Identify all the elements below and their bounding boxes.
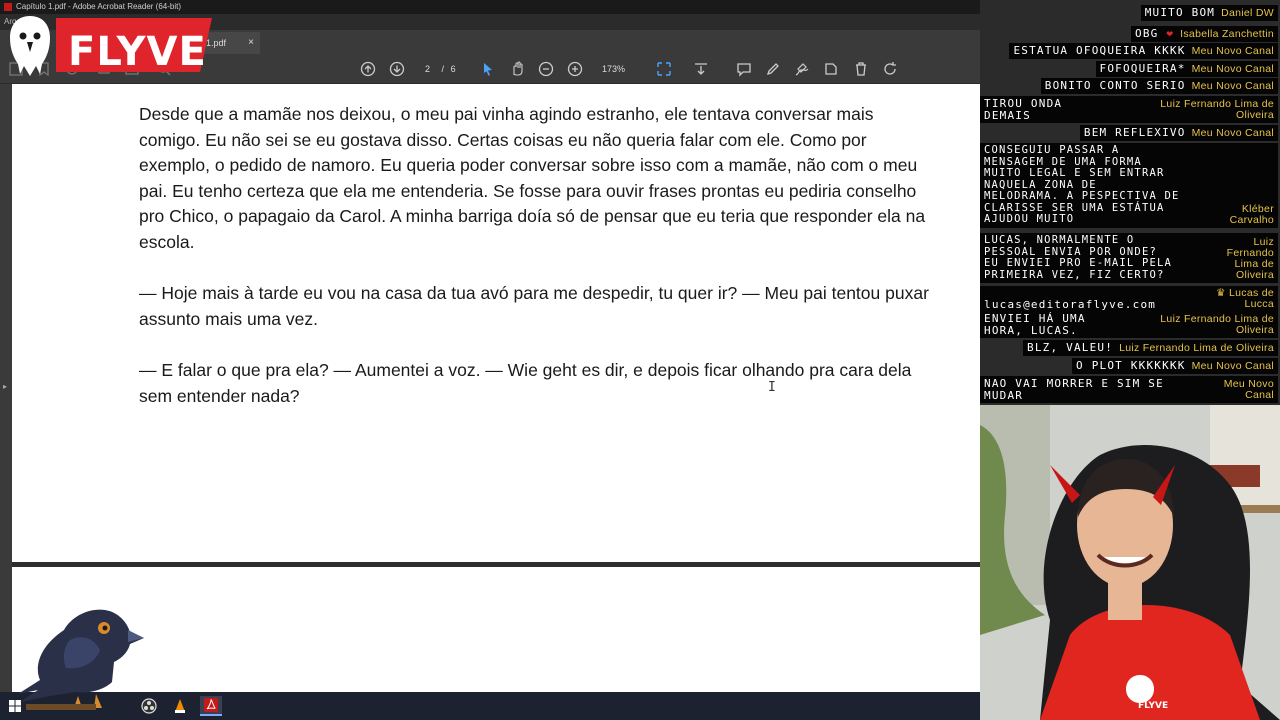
rotate-icon[interactable] <box>882 61 898 77</box>
chat-username: Isabella Zanchettin <box>1180 27 1274 40</box>
total-pages: 6 <box>450 64 456 74</box>
chat-username: Meu Novo Canal <box>1223 378 1274 401</box>
highlight-pen-icon[interactable] <box>765 61 781 77</box>
chat-username: Meu Novo Canal <box>1191 62 1274 75</box>
chat-username: Meu Novo Canal <box>1191 44 1274 57</box>
chat-message: O PLOT KKKKKKK Meu Novo Canal <box>1072 358 1278 374</box>
paragraph-2: — Hoje mais à tarde eu vou na casa da tu… <box>139 283 929 329</box>
close-tab-icon[interactable]: × <box>248 32 254 54</box>
scroll-mode-icon[interactable] <box>693 61 709 77</box>
draw-icon[interactable] <box>794 61 810 77</box>
pdf-page: Desde que a mamãe nos deixou, o meu pai … <box>12 84 980 562</box>
chat-message-text: FOFOQUEIRA* <box>1099 62 1186 75</box>
chat-message: BEM REFLEXIVO Meu Novo Canal <box>1079 125 1278 141</box>
window-title: Capítulo 1.pdf - Adobe Acrobat Reader (6… <box>16 2 181 11</box>
fill-sign-icon[interactable] <box>823 61 839 77</box>
chat-message: Lucas, normalmente o pessoal envia por o… <box>980 233 1278 283</box>
chat-username: Luiz Fernando Lima de Oliveira <box>1119 341 1274 354</box>
chat-message-text: Lucas, normalmente o pessoal envia por o… <box>984 234 1173 281</box>
chat-message-text: Blz, valeu! <box>1027 341 1114 354</box>
windows-taskbar <box>0 692 980 720</box>
chat-message-text: Conseguiu passar a mensagem de uma forma… <box>984 144 1180 225</box>
text-cursor-icon: I <box>768 380 776 395</box>
zoom-in-icon[interactable] <box>567 61 583 77</box>
shirt-logo-text: FLYVE <box>1138 701 1169 711</box>
chat-message-text: TIROU ONDA DEMAIS <box>984 97 1063 122</box>
delete-icon[interactable] <box>853 61 869 77</box>
fit-page-icon[interactable] <box>656 61 672 77</box>
zoom-dropdown[interactable]: 173% ▾ <box>596 61 642 90</box>
window-title-bar: Capítulo 1.pdf - Adobe Acrobat Reader (6… <box>0 0 980 14</box>
document-viewer[interactable]: ▸ Desde que a mamãe nos deixou, o meu pa… <box>0 84 980 692</box>
chat-username: Luiz Fernando Lima de Oliveira <box>1160 313 1274 336</box>
chat-message: Conseguiu passar a mensagem de uma forma… <box>980 143 1278 228</box>
chat-username: Daniel DW <box>1221 6 1274 19</box>
crown-icon: ♛ <box>1216 287 1229 299</box>
select-cursor-icon[interactable] <box>480 61 496 77</box>
paragraph-1: Desde que a mamãe nos deixou, o meu pai … <box>139 104 926 252</box>
chat-message: OBG ❤ Isabella Zanchettin <box>1131 26 1278 42</box>
chat-message: lucas@editoraflyve.com ♛ Lucas de Lucca <box>980 286 1278 312</box>
chat-message-text: ESTATUA OFOQUEIRA KKKK <box>1013 44 1186 57</box>
chat-username: ♛ Lucas de Lucca <box>1216 287 1274 310</box>
acrobat-taskbar-icon[interactable] <box>200 696 222 716</box>
chat-message-text: lucas@editoraflyve.com <box>984 297 1157 311</box>
live-chat-panel: MUITO BOM Daniel DW OBG ❤ Isabella Zanch… <box>980 0 1280 405</box>
zoom-out-icon[interactable] <box>538 61 554 77</box>
page-separator: / <box>441 64 445 74</box>
acrobat-icon <box>4 3 12 11</box>
hand-tool-icon[interactable] <box>509 61 525 77</box>
chat-username: Kléber Carvalho <box>1229 202 1274 226</box>
chat-message-text: Enviei há uma hora, Lucas. <box>984 312 1086 337</box>
pdf-page-next <box>12 567 980 692</box>
chat-username: Meu Novo Canal <box>1191 79 1274 92</box>
chat-username: Meu Novo Canal <box>1191 359 1274 372</box>
chat-message: Blz, valeu! Luiz Fernando Lima de Olivei… <box>1023 340 1278 356</box>
heart-icon: ❤ <box>1166 27 1175 40</box>
zoom-value: 173% <box>602 64 626 74</box>
chat-username: Luiz Fernando Lima de Oliveira <box>1226 236 1274 281</box>
chat-message: FOFOQUEIRA* Meu Novo Canal <box>1095 61 1278 77</box>
chat-message-text: O PLOT KKKKKKK <box>1076 359 1186 372</box>
chat-message: MUITO BOM Daniel DW <box>1140 5 1278 21</box>
chat-message-text: MUITO BOM <box>1144 6 1216 19</box>
chat-message: NAO VAI MORRER E SIM SE MUDAR Meu Novo C… <box>980 376 1278 403</box>
webcam-feed: FLYVE <box>980 405 1280 720</box>
chat-message-text: BEM REFLEXIVO <box>1083 126 1186 139</box>
flyve-logo: FLYVE <box>0 14 212 76</box>
chat-message-text: BONITO CONTO SERIO <box>1044 79 1186 92</box>
chat-message-text: OBG ❤ <box>1135 27 1175 40</box>
expand-arrow-icon: ▸ <box>3 382 8 391</box>
chat-message: ESTATUA OFOQUEIRA KKKK Meu Novo Canal <box>1009 43 1278 59</box>
chat-message: Enviei há uma hora, Lucas. Luiz Fernando… <box>980 311 1278 338</box>
previous-page-icon[interactable] <box>360 61 376 77</box>
chat-username: Luiz Fernando Lima de Oliveira <box>1160 98 1274 121</box>
next-page-icon[interactable] <box>389 61 405 77</box>
current-page: 2 <box>425 64 431 74</box>
page-number-field[interactable]: 2 / 6 <box>418 61 458 77</box>
vlc-icon[interactable] <box>169 696 191 716</box>
chat-message: BONITO CONTO SERIO Meu Novo Canal <box>1040 78 1278 94</box>
crow-mascot-image <box>6 600 146 712</box>
paragraph-3: — E falar o que pra ela? — Aumentei a vo… <box>139 360 912 406</box>
chat-message-text: NAO VAI MORRER E SIM SE MUDAR <box>984 377 1164 402</box>
comment-icon[interactable] <box>736 61 752 77</box>
flyve-logo-text: FLYVE <box>68 29 207 75</box>
chat-username: Meu Novo Canal <box>1191 126 1274 139</box>
chat-message: TIROU ONDA DEMAIS Luiz Fernando Lima de … <box>980 96 1278 123</box>
